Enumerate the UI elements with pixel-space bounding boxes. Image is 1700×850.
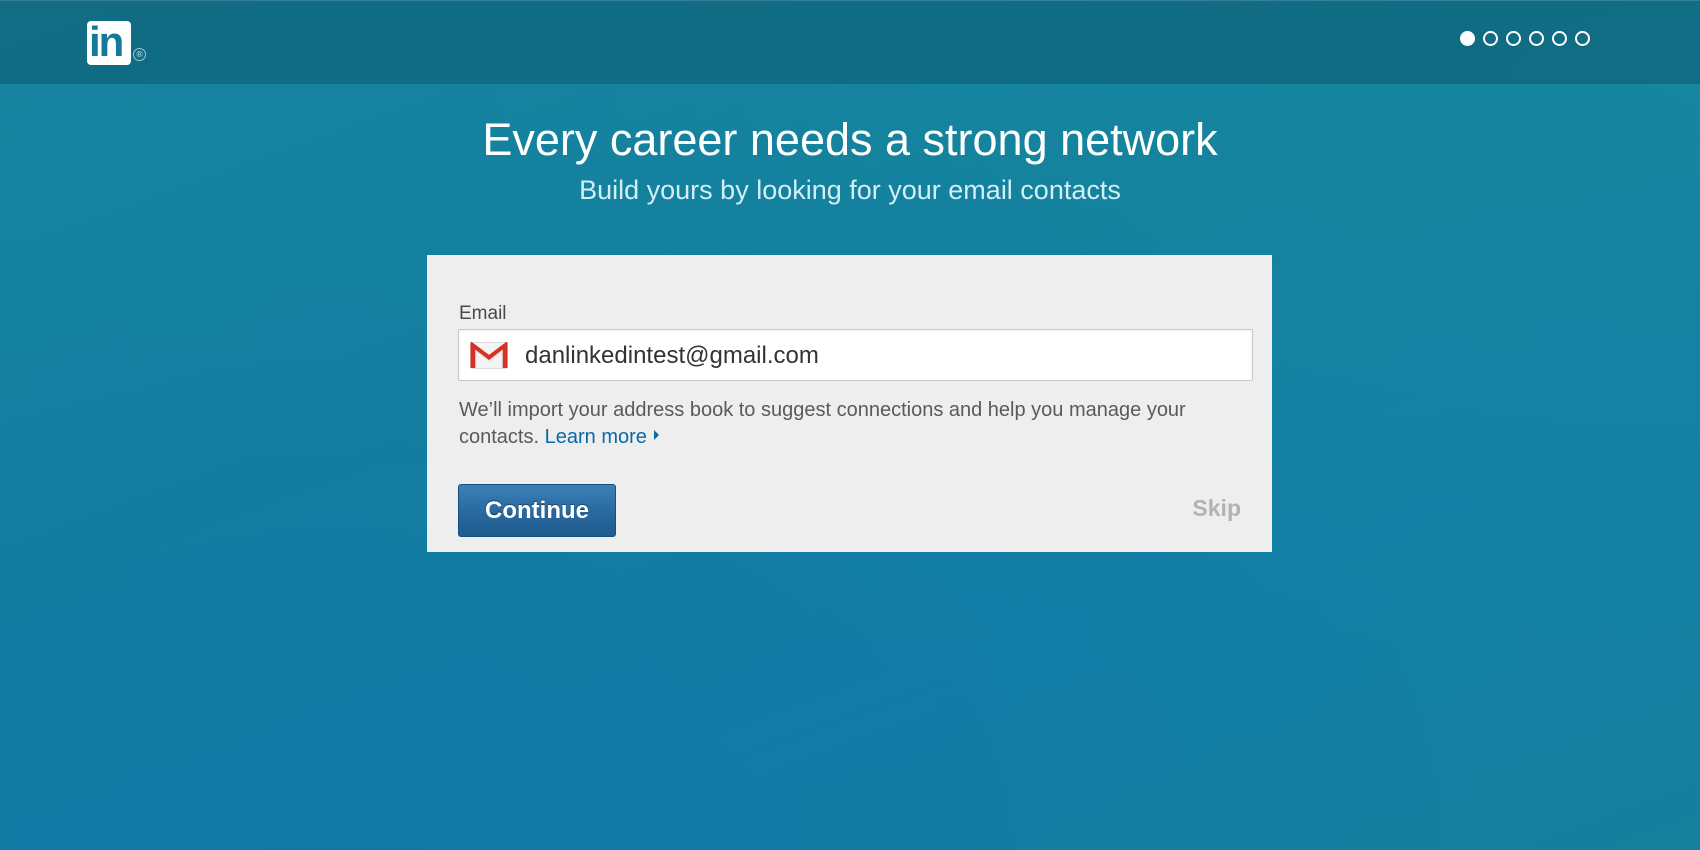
step-dot-3 (1506, 31, 1521, 46)
learn-more-link[interactable]: Learn more (545, 426, 659, 448)
page-title: Every career needs a strong network (482, 114, 1218, 165)
step-dot-5 (1552, 31, 1567, 46)
learn-more-label: Learn more (544, 426, 647, 448)
email-field[interactable]: danlinkedintest@gmail.com (458, 329, 1253, 381)
step-dot-2 (1483, 31, 1498, 46)
step-dot-1 (1460, 31, 1475, 46)
email-value: danlinkedintest@gmail.com (525, 342, 819, 369)
skip-link[interactable]: Skip (1192, 495, 1241, 522)
import-contacts-card: Email danlinkedintest@gmail.com We’ll im… (427, 255, 1272, 552)
gmail-icon (470, 342, 508, 369)
top-bar: in ® (0, 0, 1700, 84)
continue-button[interactable]: Continue (458, 484, 616, 537)
progress-steps (1460, 31, 1590, 46)
linkedin-logo[interactable]: in (87, 18, 131, 65)
page-subtitle: Build yours by looking for your email co… (579, 175, 1121, 205)
registered-mark: ® (133, 48, 146, 61)
step-dot-4 (1529, 31, 1544, 46)
caret-right-icon (653, 430, 659, 440)
logo-text: in (89, 18, 124, 65)
email-label: Email (459, 303, 507, 324)
step-dot-6 (1575, 31, 1590, 46)
import-help-text: We’ll import your address book to sugges… (459, 397, 1249, 451)
